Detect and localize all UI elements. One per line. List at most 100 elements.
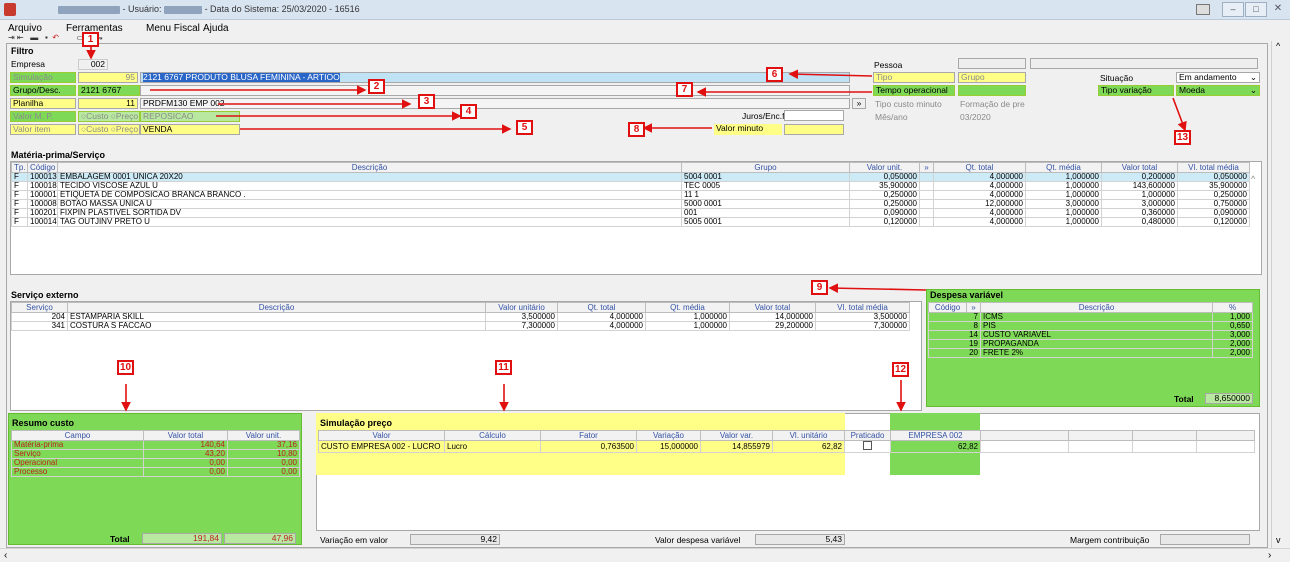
callout-1: 1 — [82, 32, 99, 47]
situacao-select[interactable]: Em andamento ⌄ — [1176, 72, 1260, 83]
resumo-header-1[interactable]: Valor total — [143, 430, 228, 441]
pessoa-label: Pessoa — [874, 60, 903, 70]
tempo-operacional-field[interactable] — [958, 85, 1026, 96]
table-row[interactable]: 341 COSTURA S FACCAO 7,300000 4,000000 1,000… — [11, 321, 910, 331]
table-row[interactable]: F1000140TAG OUTJINV PRETO U5005 00010,12… — [11, 217, 1250, 227]
materia-header-6[interactable]: Qt. total — [933, 162, 1026, 173]
valor-item-field[interactable]: VENDA — [140, 124, 240, 135]
simulacao-cell: 14,855979 — [700, 440, 773, 453]
table-row[interactable]: F1002010FIXPIN PLASTIVEL SORTIDA DV0010,… — [11, 208, 1250, 218]
table-row[interactable]: F1000019ETIQUETA DE COMPOSICAO BRANCA BR… — [11, 190, 1250, 200]
minimize-button[interactable]: – — [1222, 2, 1244, 17]
scroll-left-icon[interactable]: ‹ — [4, 550, 7, 561]
margem-label: Margem contribuição — [1070, 535, 1150, 545]
scroll-up-icon[interactable]: ^ — [1276, 41, 1280, 51]
servico-header-3[interactable]: Qt. total — [557, 302, 646, 313]
valor-mp-radios[interactable]: ○Custo ○Preço — [78, 111, 140, 122]
empresa-field[interactable]: 002 — [78, 59, 108, 70]
printer-icon[interactable] — [1196, 4, 1210, 15]
table-row[interactable]: CUSTO EMPRESA 002 - LUCRO Lucro 0,763500 15… — [318, 440, 1255, 453]
valor-mp-field[interactable]: REPOSICAO — [140, 111, 240, 122]
simulacao-header-0[interactable]: Valor — [318, 430, 445, 441]
despesa-header-3[interactable]: % — [1212, 302, 1253, 313]
valor-minuto-field[interactable] — [784, 124, 844, 135]
table-row[interactable]: 8 PIS 0,650 — [928, 321, 1253, 331]
materia-header-4[interactable]: Valor unit. — [849, 162, 920, 173]
servico-header-4[interactable]: Qt. média — [645, 302, 730, 313]
despesa-header-2[interactable]: Descrição — [980, 302, 1213, 313]
simulacao-number[interactable]: 95 — [78, 72, 138, 83]
callout-12: 12 — [892, 362, 909, 377]
resumo-header-2[interactable]: Valor unit. — [227, 430, 300, 441]
juros-field[interactable] — [784, 110, 844, 121]
materia-header-8[interactable]: Valor total — [1101, 162, 1178, 173]
table-row[interactable]: Serviço 43,20 10,80 — [11, 449, 300, 459]
planilha-number[interactable]: 11 — [78, 98, 138, 109]
materia-cell: 001 — [681, 208, 850, 218]
menu-ajuda[interactable]: Ajuda — [203, 23, 229, 34]
resumo-cell: 0,00 — [227, 458, 300, 468]
scroll-right-icon[interactable]: › — [1268, 550, 1271, 561]
table-row[interactable]: 20 FRETE 2% 2,000 — [928, 348, 1253, 358]
table-row[interactable]: F1000086BOTAO MASSA UNICA U5000 00010,25… — [11, 199, 1250, 209]
simulacao-description[interactable]: 2121 6767 PRODUTO BLUSA FEMININA - ARTIO… — [140, 72, 850, 83]
servico-header-0[interactable]: Serviço — [11, 302, 68, 313]
servico-header-5[interactable]: Valor total — [729, 302, 816, 313]
mes-field[interactable]: 03/2020 — [960, 112, 991, 122]
materia-header-0[interactable]: Tp. — [11, 162, 28, 173]
praticado-checkbox[interactable] — [844, 440, 891, 453]
materia-header-2[interactable]: Descrição — [57, 162, 682, 173]
servico-header-1[interactable]: Descrição — [67, 302, 486, 313]
tipo-field[interactable]: Grupo — [958, 72, 1026, 83]
simulacao-header-7[interactable]: EMPRESA 002 — [890, 430, 981, 441]
planilha-description[interactable]: PRDFM130 EMP 002 — [140, 98, 850, 109]
tipo-variacao-select[interactable]: Moeda ⌄ — [1176, 85, 1260, 96]
materia-header-5[interactable]: » — [919, 162, 934, 173]
simulacao-header-3[interactable]: Variação — [636, 430, 701, 441]
table-row[interactable]: F1000137EMBALAGEM 0001 UNICA 20X205004 0… — [11, 172, 1250, 182]
simulacao-header-6[interactable]: Praticado — [844, 430, 891, 441]
simulacao-header-2[interactable]: Fator — [540, 430, 637, 441]
close-button[interactable]: ✕ — [1270, 3, 1286, 17]
simulacao-header-1[interactable]: Cálculo — [444, 430, 541, 441]
table-row[interactable]: F1000184TECIDO VISCOSE AZUL UTEC 000535,… — [11, 181, 1250, 191]
despesa-header-1[interactable]: » — [966, 302, 981, 313]
servico-header-6[interactable]: Vl. total média — [815, 302, 910, 313]
materia-cell: 0,050000 — [1177, 172, 1250, 182]
materia-header-9[interactable]: Vl. total média — [1177, 162, 1250, 173]
tipo-custo-field[interactable]: Formação de pre — [960, 99, 1025, 109]
servico-header-2[interactable]: Valor unitário — [485, 302, 558, 313]
horizontal-scrollbar[interactable]: ‹ › — [0, 548, 1290, 562]
materia-header-1[interactable]: Código — [27, 162, 58, 173]
scroll-down-icon[interactable]: v — [1276, 535, 1281, 545]
simulacao-header-4[interactable]: Valor var. — [700, 430, 773, 441]
pessoa-name[interactable] — [1030, 58, 1258, 69]
table-row[interactable]: 204 ESTAMPARIA SKILL 3,500000 4,000000 1,000… — [11, 312, 910, 322]
maximize-button[interactable]: □ — [1245, 2, 1267, 17]
simulacao-header-5[interactable]: Vl. unitário — [772, 430, 845, 441]
table-row[interactable]: 19 PROPAGANDA 2,000 — [928, 339, 1253, 349]
table-row[interactable]: Matéria-prima 140,64 37,16 — [11, 440, 300, 450]
grupo-description[interactable] — [140, 85, 850, 96]
materia-header-3[interactable]: Grupo — [681, 162, 850, 173]
window-scrollbar[interactable]: ^ v — [1271, 41, 1288, 548]
resumo-cell: Serviço — [11, 449, 144, 459]
table-row[interactable]: Operacional 0,00 0,00 — [11, 458, 300, 468]
callout-3: 3 — [418, 94, 435, 109]
resumo-header-0[interactable]: Campo — [11, 430, 144, 441]
window-title: - Usuário: - Data do Sistema: 25/03/2020… — [58, 4, 360, 14]
materia-scroll-icon[interactable]: ^ — [1251, 174, 1255, 184]
resumo-title: Resumo custo — [12, 418, 75, 428]
table-row[interactable]: 7 ICMS 1,000 — [928, 312, 1253, 322]
valor-item-radios[interactable]: ○Custo ○Preço — [78, 124, 140, 135]
table-row[interactable]: Processo 0,00 0,00 — [11, 467, 300, 477]
materia-header-7[interactable]: Qt. média — [1025, 162, 1102, 173]
resumo-total: 191,84 — [142, 533, 222, 544]
despesa-header-0[interactable]: Código — [928, 302, 967, 313]
menu-fiscal[interactable]: Menu Fiscal — [146, 23, 200, 34]
grupo-field[interactable]: 2121 6767 — [78, 85, 140, 96]
despesa-percent: 1,000 — [1212, 312, 1253, 322]
table-row[interactable]: 14 CUSTO VARIAVEL 3,000 — [928, 330, 1253, 340]
more-button[interactable]: » — [852, 98, 866, 109]
pessoa-code[interactable] — [958, 58, 1026, 69]
